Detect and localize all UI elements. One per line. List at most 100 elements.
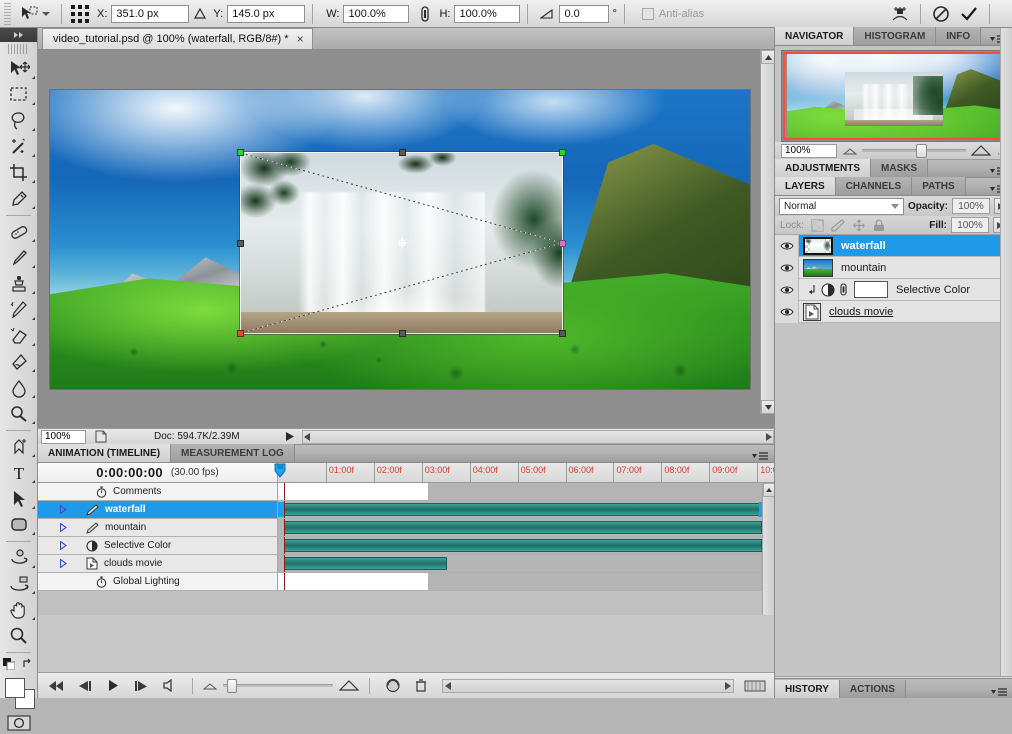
gradient-tool[interactable] xyxy=(0,349,38,375)
lasso-tool[interactable] xyxy=(0,108,38,134)
convert-to-frame-animation-button[interactable] xyxy=(742,676,768,696)
hand-tool[interactable] xyxy=(0,597,38,623)
go-to-first-frame-button[interactable] xyxy=(44,676,70,696)
blend-mode-select[interactable]: Normal xyxy=(779,197,904,215)
tab-history[interactable]: HISTORY xyxy=(775,680,840,698)
timeline-ruler[interactable]: 01:00f 02:00f 03:00f 04:00f 05:00f 06:00f 07:0… xyxy=(274,463,778,483)
eye-icon[interactable] xyxy=(775,234,799,257)
tab-adjustments[interactable]: ADJUSTMENTS xyxy=(775,159,872,177)
rounded-rectangle-tool[interactable] xyxy=(0,512,38,538)
select-next-frame-button[interactable] xyxy=(128,676,154,696)
track-duration-bar[interactable] xyxy=(284,557,447,570)
track-name-cell[interactable]: clouds movie xyxy=(38,555,278,572)
type-tool[interactable]: T xyxy=(0,460,38,486)
transform-bounding-box[interactable] xyxy=(237,149,566,337)
rotate-3d-object-tool[interactable] xyxy=(0,545,38,571)
blur-tool[interactable] xyxy=(0,375,38,401)
transform-reference-point[interactable] xyxy=(396,237,407,249)
play-button[interactable] xyxy=(100,676,126,696)
timeline-track-row[interactable]: clouds movie xyxy=(38,555,774,573)
layer-row[interactable]: Selective Color xyxy=(775,278,1012,301)
track-duration-bar[interactable] xyxy=(284,503,762,516)
history-brush-tool[interactable] xyxy=(0,297,38,323)
transform-handle-top-left[interactable] xyxy=(237,149,244,156)
track-lane[interactable] xyxy=(278,501,774,518)
timeline-zoom-slider[interactable] xyxy=(203,679,359,693)
opacity-value[interactable]: 100% xyxy=(952,198,990,214)
timeline-horizontal-scrollbar[interactable] xyxy=(442,678,734,693)
transform-handle-bottom-center[interactable] xyxy=(398,330,406,337)
reference-point-icon[interactable] xyxy=(69,3,91,25)
scroll-down-arrow[interactable] xyxy=(761,400,774,414)
layer-row[interactable]: waterfall xyxy=(775,234,1012,257)
track-name-cell[interactable]: mountain xyxy=(38,519,278,536)
navigator-slider-thumb[interactable] xyxy=(916,144,928,158)
layer-row[interactable]: clouds movie xyxy=(775,300,1012,323)
link-aspect-ratio-icon[interactable] xyxy=(417,5,433,23)
track-lane[interactable] xyxy=(278,573,774,590)
link-mask-icon[interactable] xyxy=(839,283,848,296)
zoom-slider-track[interactable] xyxy=(223,679,333,693)
artboard[interactable] xyxy=(50,90,750,389)
x-position-field[interactable] xyxy=(111,4,190,23)
pen-tool[interactable] xyxy=(0,434,38,460)
eye-icon[interactable] xyxy=(775,300,799,323)
brush-tool[interactable] xyxy=(0,245,38,271)
rectangular-marquee-tool[interactable] xyxy=(0,82,38,108)
panel-menu-icon[interactable] xyxy=(991,688,1007,698)
layer-thumbnail[interactable] xyxy=(803,236,833,255)
panel-menu-icon[interactable] xyxy=(752,452,768,462)
canvas-area[interactable] xyxy=(38,50,774,428)
timeline-track-row[interactable]: Comments xyxy=(38,483,774,501)
transform-handle-bottom-right[interactable] xyxy=(559,330,566,337)
close-icon[interactable]: × xyxy=(297,33,304,45)
expand-triangle-icon[interactable] xyxy=(58,541,68,550)
transform-handle-middle-left[interactable] xyxy=(237,240,244,247)
track-lane[interactable] xyxy=(278,483,774,500)
tool-preset-picker[interactable] xyxy=(15,5,54,23)
tab-measurement-log[interactable]: MEASUREMENT LOG xyxy=(171,444,295,462)
swap-colors-icon[interactable] xyxy=(22,658,34,670)
lock-all-icon[interactable] xyxy=(873,219,885,232)
layers-scrollbar[interactable] xyxy=(1000,28,1012,698)
document-tab[interactable]: video_tutorial.psd @ 100% (waterfall, RG… xyxy=(42,28,313,49)
tab-layers[interactable]: LAYERS xyxy=(775,177,836,195)
delete-keyframes-button[interactable] xyxy=(408,676,434,696)
zoom-level-field[interactable] xyxy=(41,429,86,444)
stopwatch-icon[interactable] xyxy=(96,485,107,498)
rotate-3d-camera-tool[interactable] xyxy=(0,571,38,597)
tab-masks[interactable]: MASKS xyxy=(871,159,929,177)
move-tool[interactable] xyxy=(0,56,38,82)
height-field[interactable] xyxy=(454,4,521,23)
navigator-slider-track[interactable] xyxy=(862,144,966,158)
track-lane[interactable] xyxy=(278,519,774,536)
lock-position-icon[interactable] xyxy=(852,219,866,232)
default-colors-icon[interactable] xyxy=(3,658,15,670)
transform-handle-middle-right[interactable] xyxy=(559,240,566,247)
zoom-slider-thumb[interactable] xyxy=(227,679,237,693)
document-thumb-icon[interactable] xyxy=(94,430,108,443)
timecode-display[interactable]: 0:00:00:00 (30.00 fps) xyxy=(38,463,278,482)
eye-icon[interactable] xyxy=(775,278,799,301)
stopwatch-icon[interactable] xyxy=(96,575,107,588)
tab-actions[interactable]: ACTIONS xyxy=(839,680,906,698)
timeline-track-row[interactable]: mountain xyxy=(38,519,774,537)
timeline-track-row[interactable]: Global Lighting xyxy=(38,573,774,591)
canvas-vertical-scrollbar[interactable] xyxy=(760,50,774,414)
eraser-tool[interactable] xyxy=(0,323,38,349)
track-duration-bar[interactable] xyxy=(284,521,762,534)
y-position-field[interactable] xyxy=(227,4,306,23)
navigator-thumbnail[interactable] xyxy=(781,50,1006,142)
track-name-cell[interactable]: Comments xyxy=(38,483,278,500)
layer-thumbnail[interactable] xyxy=(803,302,821,321)
commit-transform-icon[interactable] xyxy=(955,2,983,26)
timeline-vertical-scrollbar[interactable] xyxy=(762,483,775,615)
crop-tool[interactable] xyxy=(0,160,38,186)
eyedropper-tool[interactable] xyxy=(0,186,38,212)
track-lane[interactable] xyxy=(278,537,774,554)
tab-channels[interactable]: CHANNELS xyxy=(835,177,913,195)
expand-triangle-icon[interactable] xyxy=(58,505,68,514)
lock-image-icon[interactable] xyxy=(831,218,845,232)
clone-stamp-tool[interactable] xyxy=(0,271,38,297)
toolbox-collapse-button[interactable] xyxy=(0,28,37,42)
